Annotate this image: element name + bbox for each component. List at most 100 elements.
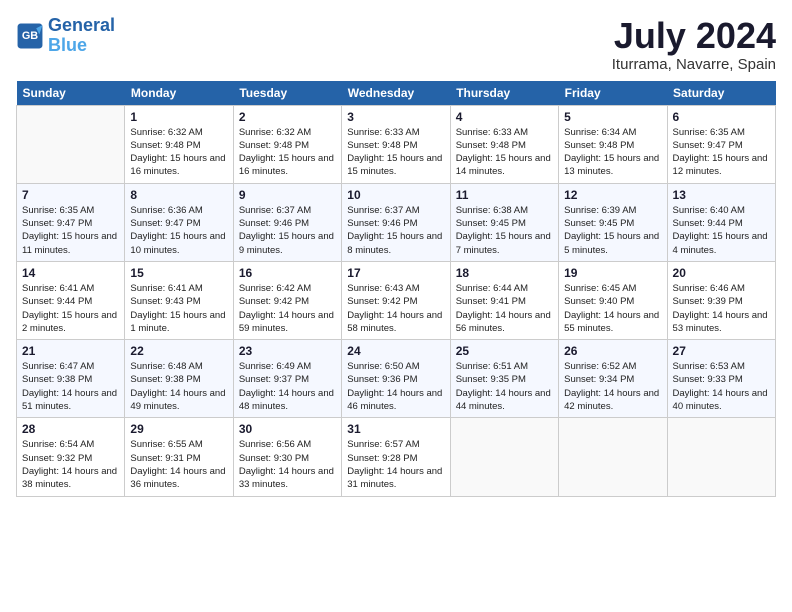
cell-details: Sunrise: 6:53 AMSunset: 9:33 PMDaylight:… — [673, 360, 770, 413]
day-header-thursday: Thursday — [450, 81, 558, 106]
page-header: GB General Blue July 2024 Iturrama, Nava… — [16, 16, 776, 73]
date-number: 18 — [456, 266, 553, 280]
calendar-cell: 2 Sunrise: 6:32 AMSunset: 9:48 PMDaylight… — [233, 105, 341, 183]
cell-details: Sunrise: 6:51 AMSunset: 9:35 PMDaylight:… — [456, 360, 553, 413]
calendar-cell: 1Sunrise: 6:32 AMSunset: 9:48 PMDaylight… — [125, 105, 233, 183]
calendar-cell: 28 Sunrise: 6:54 AMSunset: 9:32 PMDayligh… — [17, 418, 125, 496]
calendar-cell — [667, 418, 775, 496]
cell-details: Sunrise: 6:37 AMSunset: 9:46 PMDaylight:… — [347, 204, 444, 257]
calendar-cell: 11 Sunrise: 6:38 AMSunset: 9:45 PMDayligh… — [450, 183, 558, 261]
calendar-cell — [17, 105, 125, 183]
day-header-tuesday: Tuesday — [233, 81, 341, 106]
cell-details: Sunrise: 6:46 AMSunset: 9:39 PMDaylight:… — [673, 282, 770, 335]
week-row-5: 28 Sunrise: 6:54 AMSunset: 9:32 PMDayligh… — [17, 418, 776, 496]
date-number: 20 — [673, 266, 770, 280]
calendar-cell — [559, 418, 667, 496]
date-number: 16 — [239, 266, 336, 280]
cell-details: Sunrise: 6:36 AMSunset: 9:47 PMDaylight:… — [130, 204, 227, 257]
calendar-cell: 17 Sunrise: 6:43 AMSunset: 9:42 PMDayligh… — [342, 261, 450, 339]
calendar-cell: 24 Sunrise: 6:50 AMSunset: 9:36 PMDayligh… — [342, 340, 450, 418]
calendar-cell: 6 Sunrise: 6:35 AMSunset: 9:47 PMDaylight… — [667, 105, 775, 183]
cell-details: Sunrise: 6:41 AMSunset: 9:44 PMDaylight:… — [22, 282, 119, 335]
date-number: 15 — [130, 266, 227, 280]
calendar-cell: 29Sunrise: 6:55 AMSunset: 9:31 PMDayligh… — [125, 418, 233, 496]
cell-details: Sunrise: 6:37 AMSunset: 9:46 PMDaylight:… — [239, 204, 336, 257]
calendar-cell: 27Sunrise: 6:53 AMSunset: 9:33 PMDayligh… — [667, 340, 775, 418]
logo-text: General Blue — [48, 16, 115, 56]
logo: GB General Blue — [16, 16, 115, 56]
date-number: 19 — [564, 266, 661, 280]
cell-details: Sunrise: 6:33 AMSunset: 9:48 PMDaylight:… — [347, 126, 444, 179]
month-title: July 2024 — [612, 16, 776, 56]
calendar-cell: 10 Sunrise: 6:37 AMSunset: 9:46 PMDayligh… — [342, 183, 450, 261]
cell-details: Sunrise: 6:35 AMSunset: 9:47 PMDaylight:… — [22, 204, 119, 257]
week-row-4: 21 Sunrise: 6:47 AMSunset: 9:38 PMDayligh… — [17, 340, 776, 418]
cell-details: Sunrise: 6:39 AMSunset: 9:45 PMDaylight:… — [564, 204, 661, 257]
date-number: 17 — [347, 266, 444, 280]
date-number: 21 — [22, 344, 119, 358]
date-number: 4 — [456, 110, 553, 124]
cell-details: Sunrise: 6:42 AMSunset: 9:42 PMDaylight:… — [239, 282, 336, 335]
date-number: 10 — [347, 188, 444, 202]
date-number: 12 — [564, 188, 661, 202]
calendar-cell: 3 Sunrise: 6:33 AMSunset: 9:48 PMDaylight… — [342, 105, 450, 183]
logo-icon: GB — [16, 22, 44, 50]
cell-details: Sunrise: 6:34 AMSunset: 9:48 PMDaylight:… — [564, 126, 661, 179]
day-header-friday: Friday — [559, 81, 667, 106]
day-header-sunday: Sunday — [17, 81, 125, 106]
logo-line1: General — [48, 15, 115, 35]
cell-details: Sunrise: 6:45 AMSunset: 9:40 PMDaylight:… — [564, 282, 661, 335]
cell-details: Sunrise: 6:49 AMSunset: 9:37 PMDaylight:… — [239, 360, 336, 413]
week-row-2: 7 Sunrise: 6:35 AMSunset: 9:47 PMDaylight… — [17, 183, 776, 261]
calendar-cell: 26Sunrise: 6:52 AMSunset: 9:34 PMDayligh… — [559, 340, 667, 418]
calendar-cell: 19 Sunrise: 6:45 AMSunset: 9:40 PMDayligh… — [559, 261, 667, 339]
cell-details: Sunrise: 6:41 AMSunset: 9:43 PMDaylight:… — [130, 282, 227, 335]
cell-details: Sunrise: 6:44 AMSunset: 9:41 PMDaylight:… — [456, 282, 553, 335]
date-number: 2 — [239, 110, 336, 124]
calendar-cell: 13Sunrise: 6:40 AMSunset: 9:44 PMDayligh… — [667, 183, 775, 261]
cell-details: Sunrise: 6:52 AMSunset: 9:34 PMDaylight:… — [564, 360, 661, 413]
svg-text:GB: GB — [22, 30, 38, 42]
title-block: July 2024 Iturrama, Navarre, Spain — [612, 16, 776, 73]
cell-details: Sunrise: 6:54 AMSunset: 9:32 PMDaylight:… — [22, 438, 119, 491]
calendar-cell: 14Sunrise: 6:41 AMSunset: 9:44 PMDayligh… — [17, 261, 125, 339]
cell-details: Sunrise: 6:50 AMSunset: 9:36 PMDaylight:… — [347, 360, 444, 413]
date-number: 9 — [239, 188, 336, 202]
date-number: 5 — [564, 110, 661, 124]
calendar-cell: 31Sunrise: 6:57 AMSunset: 9:28 PMDayligh… — [342, 418, 450, 496]
date-number: 11 — [456, 188, 553, 202]
calendar-table: SundayMondayTuesdayWednesdayThursdayFrid… — [16, 81, 776, 497]
calendar-cell: 4 Sunrise: 6:33 AMSunset: 9:48 PMDaylight… — [450, 105, 558, 183]
calendar-cell: 9 Sunrise: 6:37 AMSunset: 9:46 PMDaylight… — [233, 183, 341, 261]
location-title: Iturrama, Navarre, Spain — [612, 56, 776, 73]
calendar-cell: 20 Sunrise: 6:46 AMSunset: 9:39 PMDayligh… — [667, 261, 775, 339]
date-number: 28 — [22, 422, 119, 436]
date-number: 6 — [673, 110, 770, 124]
logo-line2: Blue — [48, 35, 87, 55]
date-number: 8 — [130, 188, 227, 202]
calendar-cell: 7 Sunrise: 6:35 AMSunset: 9:47 PMDaylight… — [17, 183, 125, 261]
day-header-wednesday: Wednesday — [342, 81, 450, 106]
cell-details: Sunrise: 6:32 AMSunset: 9:48 PMDaylight:… — [239, 126, 336, 179]
date-number: 25 — [456, 344, 553, 358]
date-number: 23 — [239, 344, 336, 358]
day-header-monday: Monday — [125, 81, 233, 106]
cell-details: Sunrise: 6:38 AMSunset: 9:45 PMDaylight:… — [456, 204, 553, 257]
cell-details: Sunrise: 6:47 AMSunset: 9:38 PMDaylight:… — [22, 360, 119, 413]
cell-details: Sunrise: 6:43 AMSunset: 9:42 PMDaylight:… — [347, 282, 444, 335]
calendar-cell: 21 Sunrise: 6:47 AMSunset: 9:38 PMDayligh… — [17, 340, 125, 418]
cell-details: Sunrise: 6:48 AMSunset: 9:38 PMDaylight:… — [130, 360, 227, 413]
date-number: 24 — [347, 344, 444, 358]
date-number: 13 — [673, 188, 770, 202]
cell-details: Sunrise: 6:33 AMSunset: 9:48 PMDaylight:… — [456, 126, 553, 179]
days-header-row: SundayMondayTuesdayWednesdayThursdayFrid… — [17, 81, 776, 106]
calendar-cell: 30 Sunrise: 6:56 AMSunset: 9:30 PMDayligh… — [233, 418, 341, 496]
date-number: 7 — [22, 188, 119, 202]
cell-details: Sunrise: 6:56 AMSunset: 9:30 PMDaylight:… — [239, 438, 336, 491]
date-number: 30 — [239, 422, 336, 436]
date-number: 3 — [347, 110, 444, 124]
week-row-1: 1Sunrise: 6:32 AMSunset: 9:48 PMDaylight… — [17, 105, 776, 183]
cell-details: Sunrise: 6:35 AMSunset: 9:47 PMDaylight:… — [673, 126, 770, 179]
cell-details: Sunrise: 6:32 AMSunset: 9:48 PMDaylight:… — [130, 126, 227, 179]
calendar-cell: 22Sunrise: 6:48 AMSunset: 9:38 PMDayligh… — [125, 340, 233, 418]
